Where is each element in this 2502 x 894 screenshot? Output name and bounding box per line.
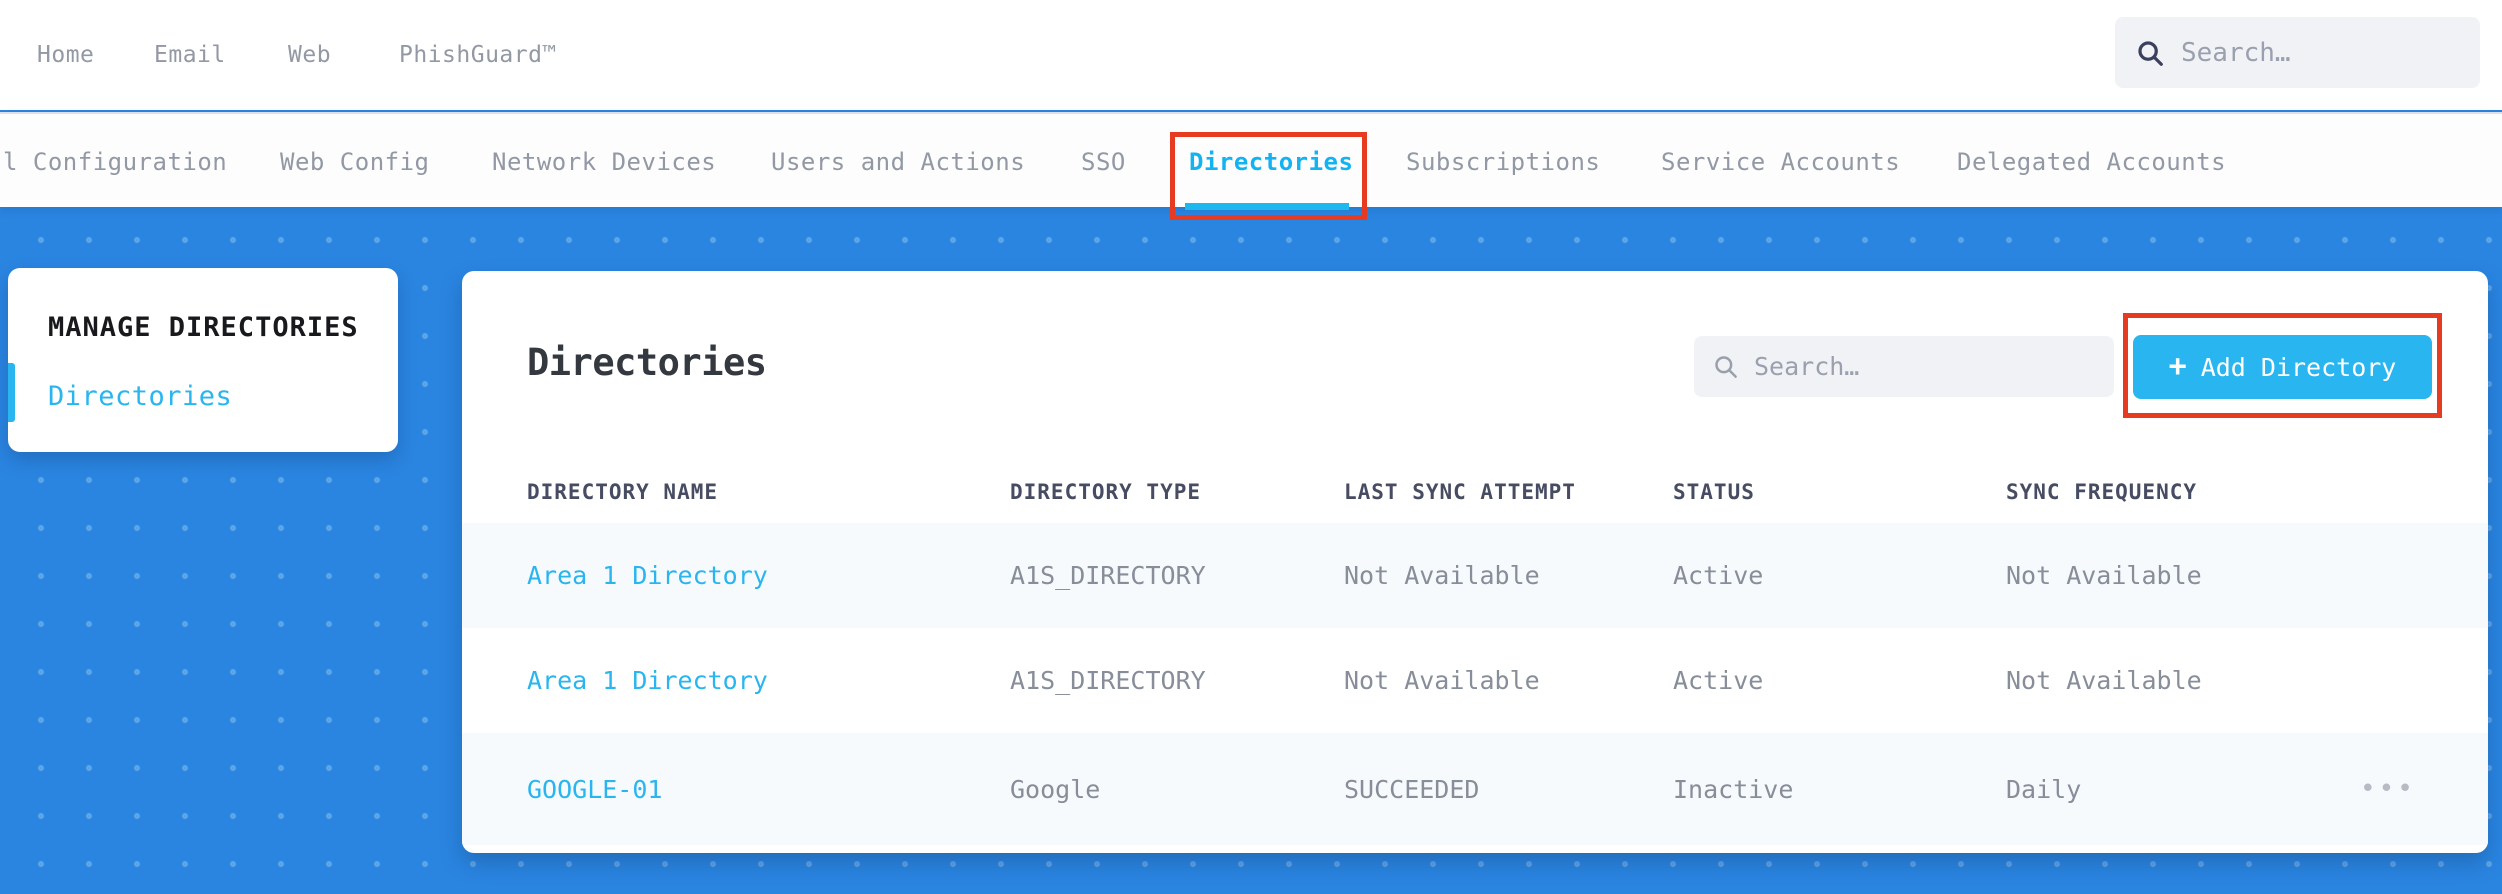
tab-label: Service Accounts [1661,147,1901,176]
active-tab-underline [1185,203,1349,210]
sidebar-item-directories[interactable]: Directories [48,381,232,412]
directory-type-cell: A1S_DIRECTORY [1010,561,1206,590]
tab-label: Network Devices [492,147,717,176]
manage-directories-card: MANAGE DIRECTORIES Directories [8,268,398,452]
sidebar-title: MANAGE DIRECTORIES [48,312,359,343]
global-search-input[interactable] [2181,37,2460,68]
table-header-row: DIRECTORY NAME DIRECTORY TYPE LAST SYNC … [462,460,2488,523]
topnav-item-home[interactable]: Home [37,0,94,110]
column-header-directory-name: DIRECTORY NAME [527,479,719,504]
tab-label: Subscriptions [1406,147,1601,176]
directory-type-cell: Google [1010,774,1101,804]
sync-frequency-cell: Not Available [2006,666,2202,695]
section-tabbar: l Configuration Web Config Network Devic… [0,112,2502,210]
topnav-label: PhishGuard™ [399,42,557,68]
last-sync-cell: Not Available [1344,561,1540,590]
column-header-last-sync: LAST SYNC ATTEMPT [1344,479,1576,504]
tab-label: Users and Actions [771,147,1026,176]
page-title: Directories [527,341,767,384]
directory-name-link[interactable]: GOOGLE-01 [527,775,1010,804]
plus-icon: + [2168,349,2187,384]
directory-name-link[interactable]: Area 1 Directory [527,561,1010,590]
tab-sso[interactable]: SSO [1081,114,1126,209]
directories-search-input[interactable] [1754,352,2096,381]
search-icon [2135,38,2165,68]
tab-directories[interactable]: Directories [1189,114,1353,209]
tab-label: l Configuration [3,147,228,176]
directories-panel: Directories + Add Directory DIRECTORY NA… [462,271,2488,853]
tab-network-devices[interactable]: Network Devices [492,114,716,209]
status-cell: Active [1673,561,1764,590]
tab-users-and-actions[interactable]: Users and Actions [771,114,1025,209]
tab-delegated-accounts[interactable]: Delegated Accounts [1957,114,2226,209]
tab-web-config[interactable]: Web Config [280,114,430,209]
topnav-item-phishguard[interactable]: PhishGuard™ [399,0,557,110]
column-header-sync-frequency: SYNC FREQUENCY [2006,479,2198,504]
sidebar-item-label: Directories [48,381,233,412]
status-cell: Active [1673,666,1764,695]
top-navbar: Home Email Web PhishGuard™ [0,0,2502,110]
active-item-indicator [8,363,15,422]
topnav-label: Email [154,42,226,68]
tab-label: Delegated Accounts [1957,147,2227,176]
global-search-box[interactable] [2115,17,2480,88]
tab-label: SSO [1081,147,1126,176]
row-menu-icon[interactable]: ••• [2360,776,2416,802]
topnav-item-web[interactable]: Web [288,0,331,110]
tab-label: Directories [1189,147,1354,176]
directory-type-cell: A1S_DIRECTORY [1010,666,1206,695]
tab-service-accounts[interactable]: Service Accounts [1661,114,1900,209]
column-header-directory-type: DIRECTORY TYPE [1010,479,1202,504]
tab-email-configuration[interactable]: l Configuration [3,114,227,209]
directories-search-box[interactable] [1694,336,2114,397]
tab-label: Web Config [280,147,430,176]
table-row: Area 1 Directory A1S_DIRECTORY Not Avail… [462,523,2488,628]
directory-name-link[interactable]: Area 1 Directory [527,666,1010,695]
add-directory-label: Add Directory [2200,352,2397,382]
sync-frequency-cell: Not Available [2006,561,2202,590]
table-row: GOOGLE-01 Google SUCCEEDED Inactive Dail… [462,733,2488,845]
table-row: Area 1 Directory A1S_DIRECTORY Not Avail… [462,628,2488,733]
tab-subscriptions[interactable]: Subscriptions [1406,114,1600,209]
status-cell: Inactive [1673,774,1794,804]
search-icon [1712,353,1739,380]
app-window: Home Email Web PhishGuard™ l Configurati… [0,0,2502,894]
directories-table: DIRECTORY NAME DIRECTORY TYPE LAST SYNC … [462,460,2488,845]
last-sync-cell: Not Available [1344,666,1540,695]
topnav-label: Web [288,42,332,68]
last-sync-cell: SUCCEEDED [1344,774,1480,804]
topnav-label: Home [37,42,95,68]
column-header-status: STATUS [1673,479,1755,504]
sync-frequency-cell: Daily [2006,774,2082,804]
topnav-item-email[interactable]: Email [154,0,226,110]
add-directory-button[interactable]: + Add Directory [2133,335,2432,399]
